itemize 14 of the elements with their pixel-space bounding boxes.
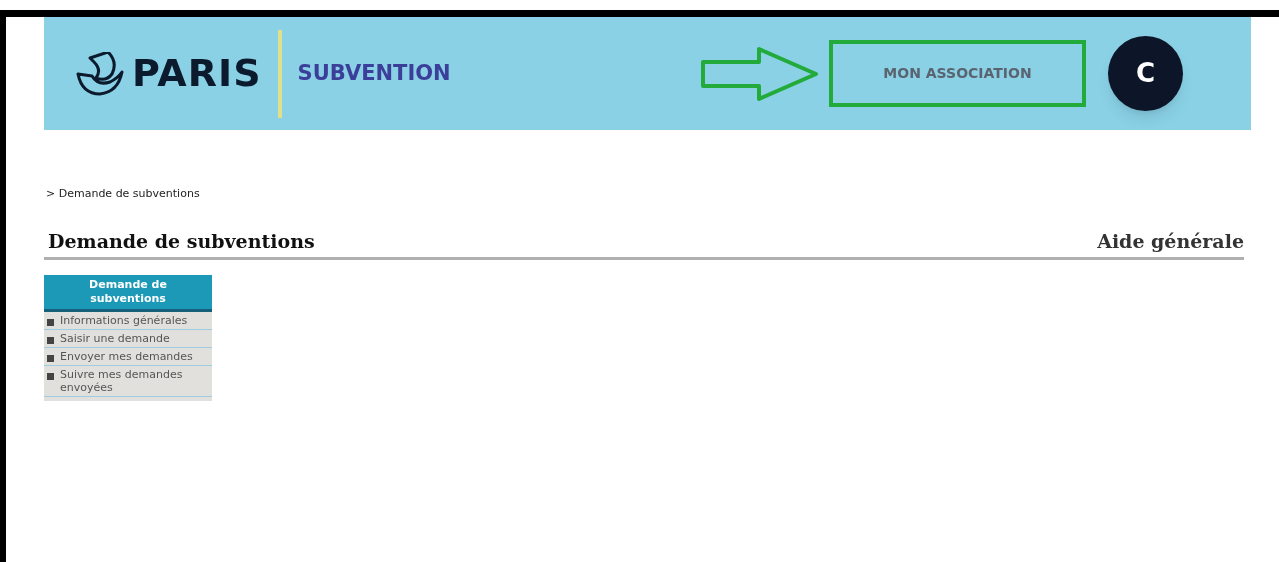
menu-item[interactable]: Informations générales [44, 312, 212, 330]
breadcrumb: > Demande de subventions [46, 186, 201, 202]
avatar[interactable]: C [1108, 36, 1183, 111]
menu-item[interactable]: Saisir une demande [44, 330, 212, 348]
logo-text: PARIS [132, 50, 262, 97]
app-title: SUBVENTION [297, 59, 451, 87]
menu-item[interactable]: Envoyer mes demandes [44, 348, 212, 366]
page-title: Demande de subventions [48, 228, 315, 254]
menu-item[interactable]: Suivre mes demandes envoyées [44, 366, 212, 397]
menu-title: Demande de subventions [44, 275, 212, 312]
arrow-icon [701, 45, 819, 102]
account-link[interactable]: MON ASSOCIATION [829, 40, 1086, 107]
help-link[interactable]: Aide générale [1097, 226, 1244, 255]
logo-icon [76, 51, 124, 96]
